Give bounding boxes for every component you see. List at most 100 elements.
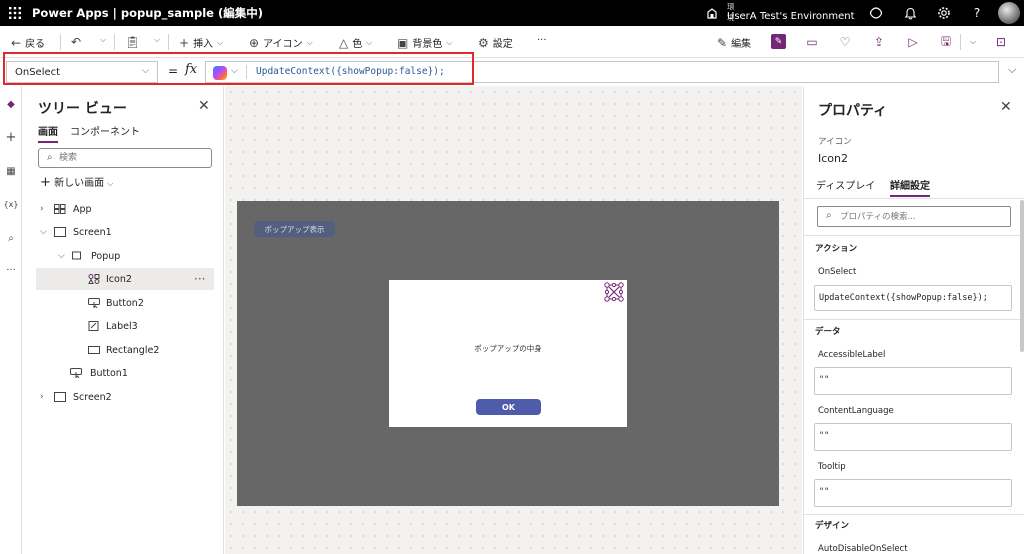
edit-button[interactable]: ✎ 編集 bbox=[717, 35, 752, 51]
tab-screens[interactable]: 画面 bbox=[38, 123, 58, 143]
back-button[interactable]: ← 戻る bbox=[11, 35, 45, 51]
search-icon: ⌕ bbox=[826, 210, 832, 221]
user-avatar[interactable] bbox=[998, 2, 1020, 24]
expand-formula-chevron-icon[interactable]: ⌵ bbox=[1008, 63, 1016, 77]
settings-button[interactable]: ⚙ 設定 bbox=[478, 35, 513, 51]
control-name[interactable]: Icon2 bbox=[818, 152, 848, 165]
tree-item-label: App bbox=[73, 203, 92, 215]
tree-item-icon2[interactable]: Icon2 ··· bbox=[36, 268, 214, 290]
tree-item-label: Screen2 bbox=[73, 391, 112, 403]
divider bbox=[804, 514, 1024, 515]
contentlanguage-label: ContentLanguage bbox=[818, 406, 894, 416]
ok-button[interactable]: OK bbox=[476, 399, 541, 415]
share-icon[interactable]: ⇪ bbox=[872, 35, 886, 49]
app-checker-icon[interactable]: ♡ bbox=[838, 35, 852, 49]
insert-button[interactable]: + 挿入 ⌵ bbox=[179, 35, 223, 51]
paste-button[interactable]: 📋︎ bbox=[125, 35, 140, 49]
icon-control-icon bbox=[88, 274, 100, 284]
property-search-box[interactable]: ⌕ bbox=[817, 206, 1011, 227]
divider bbox=[804, 319, 1024, 320]
background-color-button[interactable]: ▣ 背景色 ⌵ bbox=[397, 35, 453, 51]
comment-icon[interactable]: ▭ bbox=[805, 35, 819, 49]
gear-icon: ⚙ bbox=[478, 35, 489, 50]
tree-item-label: Button2 bbox=[106, 297, 144, 309]
search-icon: ⌕ bbox=[47, 152, 53, 163]
copilot-icon[interactable] bbox=[867, 4, 885, 22]
copilot-app-icon[interactable]: ✎ bbox=[771, 34, 786, 49]
data-table-icon[interactable]: ▦ bbox=[4, 164, 18, 178]
paste-menu-button[interactable]: ⌵ bbox=[154, 35, 160, 45]
more-icon[interactable]: ··· bbox=[4, 263, 18, 277]
tree-item-popup[interactable]: ⌵ Popup bbox=[36, 245, 214, 267]
left-rail: ◆ + ▦ {x} ⌕ ··· bbox=[0, 86, 22, 554]
tree-item-screen2[interactable]: › Screen2 bbox=[36, 386, 214, 408]
search-icon[interactable]: ⌕ bbox=[4, 231, 18, 245]
tree-item-label: Popup bbox=[91, 250, 121, 262]
chevron-down-icon[interactable]: ⌵ bbox=[966, 35, 980, 49]
screen-icon bbox=[54, 227, 66, 237]
clipboard-icon: 📋︎ bbox=[125, 35, 141, 49]
tab-advanced[interactable]: 詳細設定 bbox=[890, 177, 930, 197]
popup-content-label[interactable]: ポップアップの中身 bbox=[389, 343, 627, 354]
more-options-icon[interactable]: ··· bbox=[194, 272, 205, 286]
insert-label: 挿入 bbox=[193, 39, 214, 50]
tree-item-label3[interactable]: Label3 bbox=[36, 315, 214, 337]
insert-plus-icon[interactable]: + bbox=[4, 130, 18, 145]
variables-icon[interactable]: {x} bbox=[4, 197, 19, 211]
tooltip-field[interactable]: "" bbox=[814, 479, 1012, 507]
undo-button[interactable]: ↶ bbox=[71, 35, 81, 49]
settings-gear-icon[interactable] bbox=[935, 4, 953, 22]
close-icon[interactable]: ✕ bbox=[198, 98, 210, 114]
tree-item-button1[interactable]: Button1 bbox=[36, 362, 214, 384]
tab-display[interactable]: ディスプレイ bbox=[816, 177, 875, 192]
close-icon[interactable]: ✕ bbox=[1000, 99, 1012, 115]
chevron-down-icon[interactable]: ⌵ bbox=[40, 227, 47, 237]
new-screen-button[interactable]: + 新しい画面 ⌵ bbox=[40, 174, 113, 190]
chevron-down-icon[interactable]: ⌵ bbox=[58, 251, 65, 261]
divider bbox=[60, 34, 61, 50]
properties-scrollbar[interactable] bbox=[1020, 200, 1024, 352]
tree-view-layers-icon[interactable]: ◆ bbox=[4, 97, 18, 111]
tree-item-label: Icon2 bbox=[106, 273, 132, 285]
onselect-field[interactable]: UpdateContext({showPopup:false}); bbox=[814, 285, 1012, 311]
tree-search-box[interactable]: ⌕ bbox=[38, 148, 212, 168]
property-search-input[interactable] bbox=[840, 210, 1000, 224]
tree-item-screen1[interactable]: ⌵ Screen1 bbox=[36, 221, 214, 243]
more-button[interactable]: ··· bbox=[537, 35, 547, 46]
properties-panel: プロパティ ✕ アイコン Icon2 ディスプレイ 詳細設定 ⌕ アクション O… bbox=[803, 86, 1024, 554]
play-icon[interactable]: ▷ bbox=[906, 35, 920, 49]
top-bar: Power Apps | popup_sample (編集中) 環境 UserA… bbox=[0, 0, 1024, 26]
paint-bucket-icon: △ bbox=[339, 35, 349, 50]
show-popup-button[interactable]: ポップアップ表示 bbox=[254, 221, 335, 237]
tree-item-label: Rectangle2 bbox=[106, 344, 160, 356]
chevron-down-icon: ⌵ bbox=[446, 37, 453, 47]
tree-item-app[interactable]: › App bbox=[36, 198, 214, 220]
tree-search-input[interactable] bbox=[59, 151, 199, 165]
save-icon[interactable]: 🖫︎ bbox=[939, 34, 953, 49]
contentlanguage-field[interactable]: "" bbox=[814, 423, 1012, 451]
icon-label: アイコン bbox=[263, 39, 303, 50]
chevron-right-icon[interactable]: › bbox=[40, 392, 44, 402]
settings-label: 設定 bbox=[492, 39, 513, 50]
tree-item-label: Screen1 bbox=[73, 226, 112, 238]
edit-label: 編集 bbox=[731, 39, 752, 50]
tree-item-button2[interactable]: Button2 bbox=[36, 292, 214, 314]
tree-item-rectangle2[interactable]: Rectangle2 bbox=[36, 339, 214, 361]
icon-button[interactable]: ⊕ アイコン ⌵ bbox=[249, 35, 313, 51]
image-icon: ▣ bbox=[397, 35, 409, 50]
tree-view-title: ツリー ビュー bbox=[38, 101, 127, 117]
screen-icon bbox=[54, 392, 66, 402]
chevron-down-icon: ⌵ bbox=[366, 37, 373, 47]
close-x-icon-selected[interactable] bbox=[604, 282, 624, 302]
undo-menu-button[interactable]: ⌵ bbox=[100, 35, 106, 45]
chevron-right-icon[interactable]: › bbox=[40, 204, 44, 214]
accessiblelabel-field[interactable]: "" bbox=[814, 367, 1012, 395]
button-icon bbox=[88, 298, 100, 308]
publish-icon[interactable]: ⊡ bbox=[994, 35, 1008, 49]
tab-components[interactable]: コンポーネント bbox=[70, 123, 140, 138]
app-launcher-icon[interactable] bbox=[8, 6, 22, 20]
help-icon[interactable]: ? bbox=[968, 4, 986, 22]
notifications-bell-icon[interactable] bbox=[901, 4, 919, 22]
color-button[interactable]: △ 色 ⌵ bbox=[339, 35, 373, 51]
plus-icon: + bbox=[179, 35, 190, 50]
